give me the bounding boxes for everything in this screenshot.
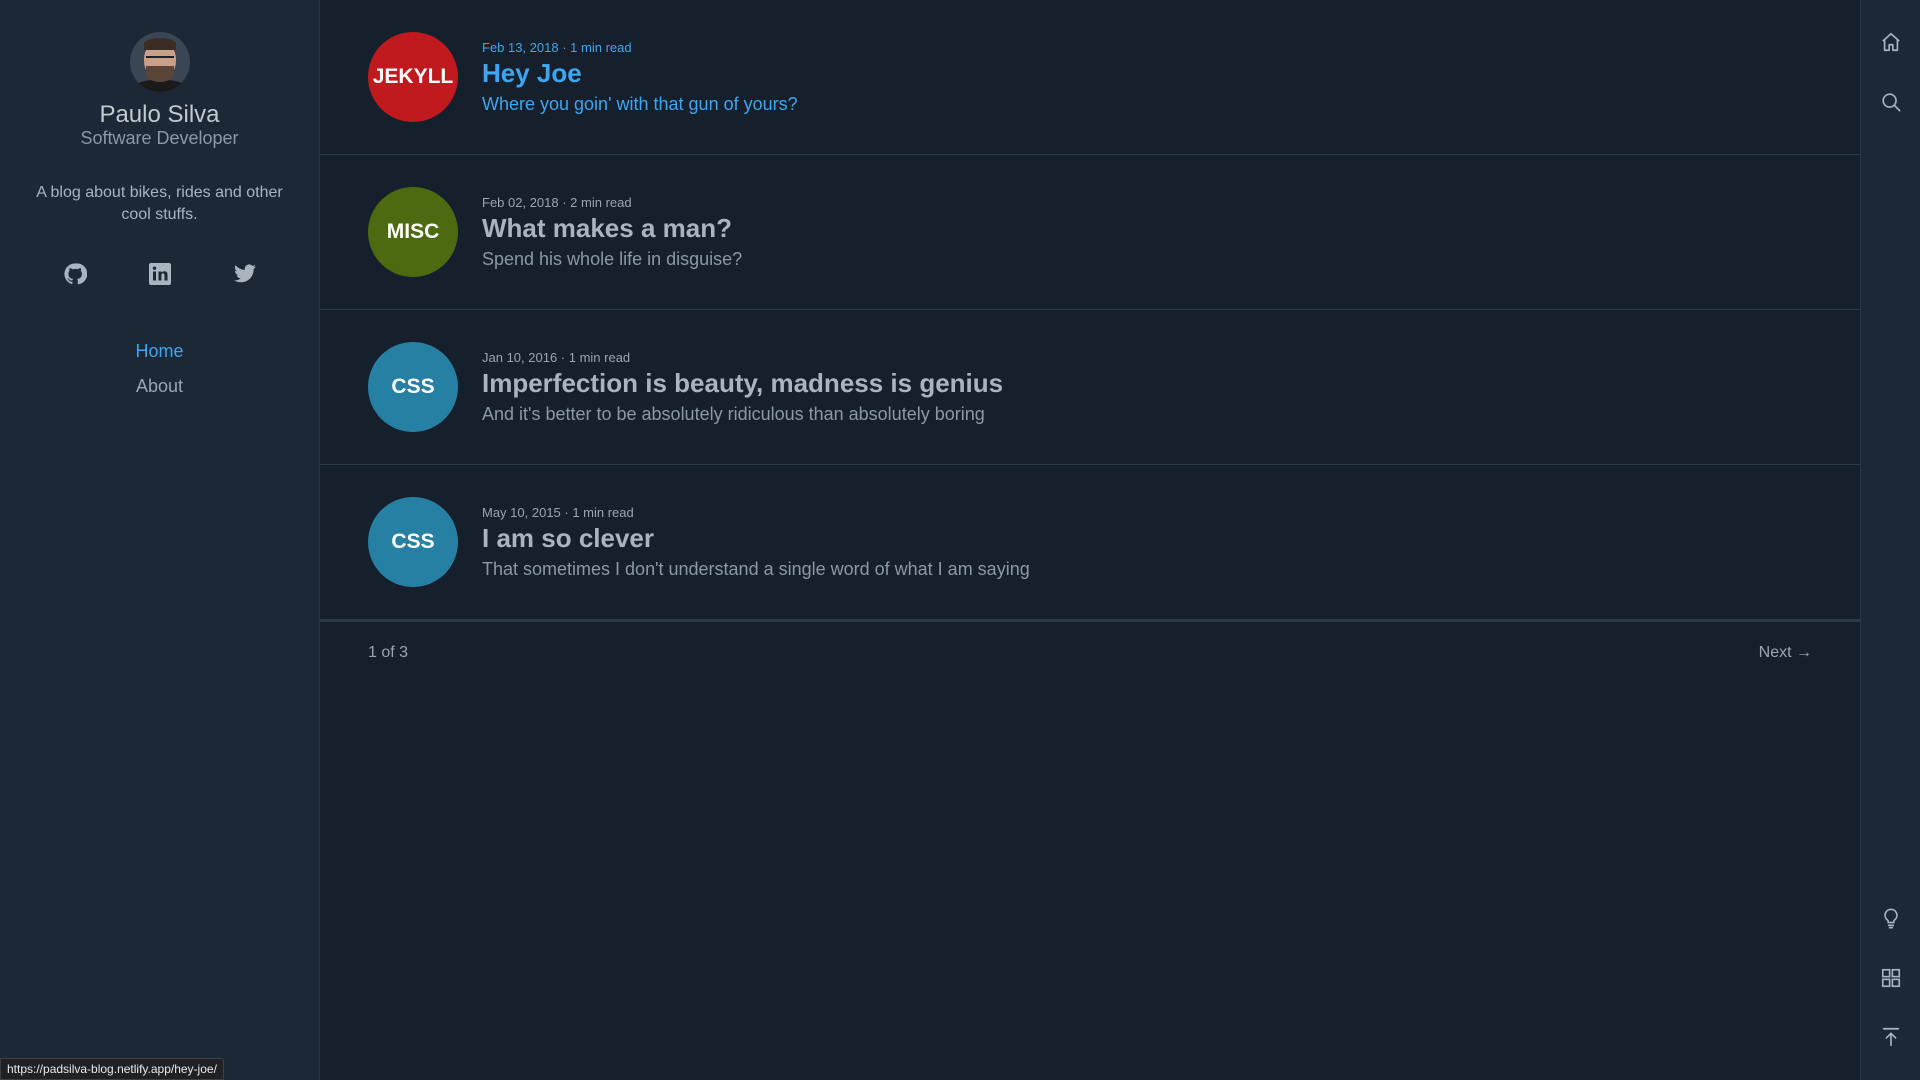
github-icon[interactable] (63, 262, 87, 286)
post-item[interactable]: CSS May 10, 2015 · 1 min read I am so cl… (320, 465, 1860, 620)
post-excerpt: Spend his whole life in disguise? (482, 249, 743, 269)
nav-home[interactable]: Home (0, 334, 319, 369)
search-icon[interactable] (1880, 91, 1902, 113)
post-meta: Feb 13, 2018 · 1 min read (482, 40, 632, 55)
icon-rail (1860, 0, 1920, 1080)
post-excerpt: And it's better to be absolutely ridicul… (482, 404, 985, 424)
scroll-top-icon[interactable] (1880, 1026, 1902, 1048)
tag-badge[interactable]: CSS (368, 497, 458, 587)
twitter-icon[interactable] (233, 262, 257, 286)
pagination: 1 of 3 Next → (320, 620, 1860, 688)
author-role: Software Developer (80, 128, 239, 148)
nav-about[interactable]: About (0, 369, 319, 404)
post-excerpt: Where you goin' with that gun of yours? (482, 94, 798, 114)
next-page-link[interactable]: Next → (1759, 644, 1812, 662)
post-meta: Feb 02, 2018 · 2 min read (482, 195, 632, 210)
post-item[interactable]: CSS Jan 10, 2016 · 1 min read Imperfecti… (320, 310, 1860, 465)
post-excerpt: That sometimes I don't understand a sing… (482, 559, 1030, 579)
tag-badge[interactable]: CSS (368, 342, 458, 432)
post-list: JEKYLL Feb 13, 2018 · 1 min read Hey Joe… (320, 0, 1860, 1080)
social-links (0, 262, 319, 286)
post-meta: May 10, 2015 · 1 min read (482, 505, 634, 520)
tag-badge[interactable]: MISC (368, 187, 458, 277)
post-item[interactable]: JEKYLL Feb 13, 2018 · 1 min read Hey Joe… (320, 0, 1860, 155)
post-title[interactable]: What makes a man? (482, 212, 742, 244)
status-bar-url: https://padsilva-blog.netlify.app/hey-jo… (0, 1058, 224, 1080)
post-title[interactable]: Imperfection is beauty, madness is geniu… (482, 367, 1003, 399)
page-count: 1 of 3 (368, 644, 409, 661)
grid-icon[interactable] (1880, 967, 1902, 989)
home-icon[interactable] (1880, 31, 1902, 53)
post-title[interactable]: Hey Joe (482, 57, 798, 89)
blog-tagline: A blog about bikes, rides and other cool… (36, 184, 283, 223)
post-item[interactable]: MISC Feb 02, 2018 · 2 min read What make… (320, 155, 1860, 310)
tag-badge[interactable]: JEKYLL (368, 32, 458, 122)
avatar[interactable] (129, 32, 190, 92)
sidebar: Paulo Silva Software Developer A blog ab… (0, 0, 320, 1080)
main-nav: Home About (0, 334, 319, 404)
author-name: Paulo Silva (99, 101, 220, 128)
post-meta: Jan 10, 2016 · 1 min read (482, 350, 631, 365)
linkedin-icon[interactable] (148, 262, 172, 286)
lightbulb-icon[interactable] (1880, 907, 1902, 929)
post-title[interactable]: I am so clever (482, 522, 1030, 554)
